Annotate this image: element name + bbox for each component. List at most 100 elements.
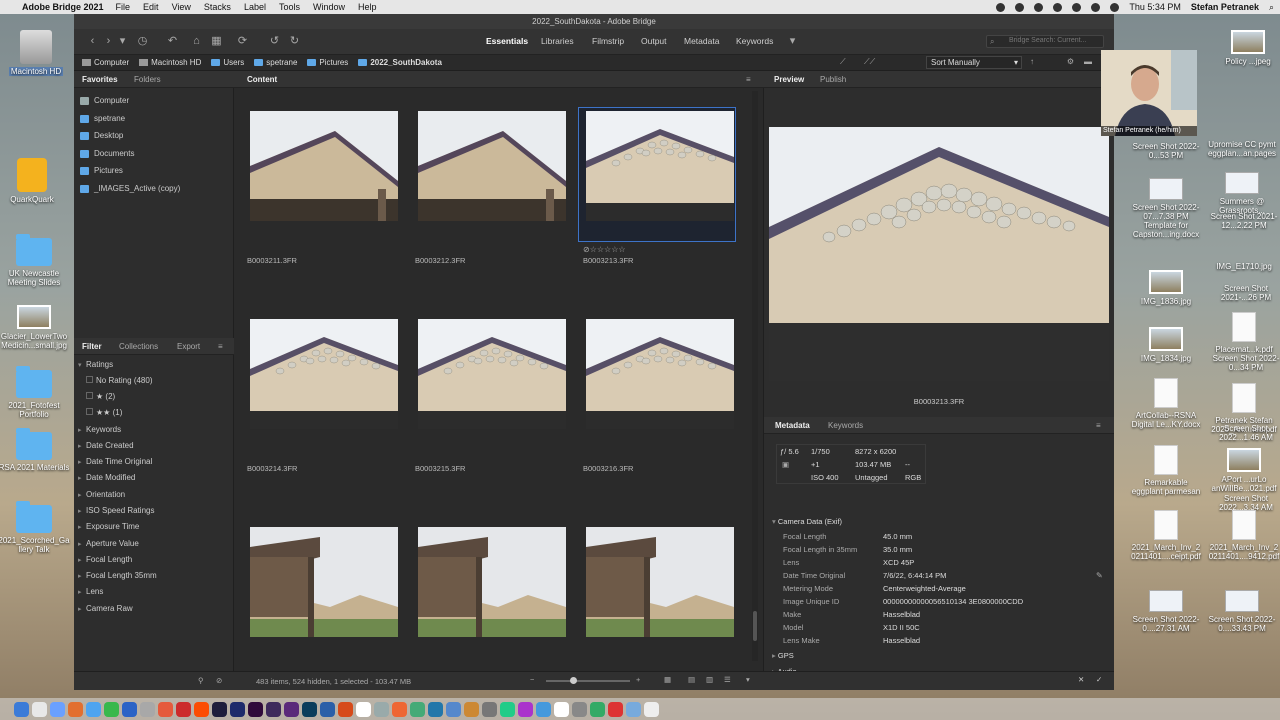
desktop-file[interactable]: Screen Shot 2021-...26 PM: [1210, 284, 1280, 302]
chevron-down-icon[interactable]: ▾: [116, 35, 129, 48]
dock-app-icon[interactable]: [86, 701, 101, 717]
grid-view-icon[interactable]: ▦: [664, 675, 671, 684]
dock-app-icon[interactable]: [176, 701, 191, 717]
dock-app-icon[interactable]: [122, 701, 137, 717]
menu-help[interactable]: Help: [358, 2, 377, 12]
tab-metadata[interactable]: Metadata: [775, 421, 810, 430]
dock-app-icon[interactable]: [392, 701, 407, 717]
status-icon[interactable]: [1034, 2, 1044, 12]
preview-image[interactable]: [769, 127, 1109, 381]
checkbox[interactable]: [86, 408, 93, 415]
dock-app-icon[interactable]: [50, 701, 65, 717]
desktop-file[interactable]: ArtCollab--RSNA Digital Le...KY.docx: [1130, 378, 1202, 429]
desktop-file[interactable]: Policy ...jpeg: [1212, 30, 1280, 66]
tab-filter[interactable]: Filter: [82, 342, 102, 351]
favorite-pictures[interactable]: Pictures: [80, 163, 123, 178]
thumbnail-size-slider[interactable]: [546, 677, 630, 684]
thumbnail-cell[interactable]: B0003217.3FR: [242, 523, 406, 671]
open-icon[interactable]: ⟳: [236, 35, 249, 48]
desktop-file[interactable]: Glacier_LowerTwo Medicin...small.jpg: [0, 305, 70, 350]
dock-app-icon[interactable]: [302, 701, 317, 717]
menu-stacks[interactable]: Stacks: [204, 2, 231, 12]
desktop-file[interactable]: Screen Shot 2021-12...2.22 PM: [1208, 212, 1280, 230]
filter-ratings[interactable]: ▾ Ratings: [78, 358, 113, 372]
filter-date-modified[interactable]: ▸ Date Modified: [78, 471, 135, 485]
thumbnail-cell[interactable]: B0003212.3FR: [410, 107, 574, 297]
favorite-desktop[interactable]: Desktop: [80, 128, 123, 143]
tab-export[interactable]: Export: [177, 342, 200, 351]
breadcrumb-macintosh-hd[interactable]: Macintosh HD: [139, 58, 201, 67]
close-icon[interactable]: ✕: [1078, 675, 1084, 684]
breadcrumb-users[interactable]: Users: [211, 58, 244, 67]
workspace-output[interactable]: Output: [641, 36, 667, 46]
back-icon[interactable]: ‹: [86, 35, 99, 48]
dock-app-icon[interactable]: [644, 701, 659, 717]
rotate-left-icon[interactable]: ↺: [268, 35, 281, 48]
details-view-icon[interactable]: ▥: [706, 675, 713, 684]
app-menu[interactable]: Adobe Bridge 2021: [22, 2, 104, 12]
status-icon[interactable]: [996, 2, 1006, 12]
metadata-value[interactable]: 45.0 mm: [883, 530, 912, 543]
dock-app-icon[interactable]: [410, 701, 425, 717]
workspace-metadata[interactable]: Metadata: [684, 36, 719, 46]
rotate-right-icon[interactable]: ↻: [288, 35, 301, 48]
desktop-file[interactable]: 2021_March_Inv_2 0211401....9412.pdf: [1208, 510, 1280, 561]
cancel-icon[interactable]: ⊘: [216, 676, 222, 685]
label-icon[interactable]: ⚙: [1067, 57, 1074, 66]
checkbox[interactable]: [86, 376, 93, 383]
thumbnail-cell[interactable]: B0003215.3FR: [410, 315, 574, 505]
metadata-value[interactable]: 35.0 mm: [883, 543, 912, 556]
new-folder-icon[interactable]: ▬: [1084, 57, 1092, 66]
chevron-down-icon[interactable]: ▾: [786, 35, 799, 48]
metadata-value[interactable]: XCD 45P: [883, 556, 914, 569]
dock-app-icon[interactable]: [158, 701, 173, 717]
metadata-value[interactable]: 7/6/22, 6:44:14 PM: [883, 569, 946, 582]
metadata-value[interactable]: Centerweighted-Average: [883, 582, 966, 595]
desktop-folder[interactable]: 2021_Fotofest Portfolio: [0, 366, 70, 419]
metadata-value[interactable]: Hasselblad: [883, 634, 920, 647]
rating-stars[interactable]: ⊘☆☆☆☆☆: [583, 245, 626, 254]
desktop-file[interactable]: Screen Shot 2022-07...7.38 PM Template f…: [1130, 178, 1202, 239]
workspace-filmstrip[interactable]: Filmstrip: [592, 36, 624, 46]
dock-app-icon[interactable]: [590, 701, 605, 717]
scrollbar-thumb[interactable]: [753, 611, 757, 641]
menu-tools[interactable]: Tools: [279, 2, 300, 12]
dock-app-icon[interactable]: [446, 701, 461, 717]
dock-app-icon[interactable]: [554, 701, 569, 717]
favorite-computer[interactable]: Computer: [80, 93, 129, 108]
dock-app-icon[interactable]: [68, 701, 83, 717]
filter-lens[interactable]: ▸ Lens: [78, 585, 103, 599]
desktop-folder[interactable]: RSA 2021 Materials: [0, 428, 70, 472]
thumbnail-cell[interactable]: ⊘☆☆☆☆☆ B0003213.3FR: [578, 107, 742, 297]
filter-iso[interactable]: ▸ ISO Speed Ratings: [78, 504, 154, 518]
panel-menu-icon[interactable]: ≡: [218, 342, 223, 351]
dock-app-icon[interactable]: [374, 701, 389, 717]
desktop-file[interactable]: Upromise CC pymt eggplan...an.pages: [1206, 140, 1278, 158]
desktop-file[interactable]: Placemat...k.pdf: [1208, 312, 1280, 354]
desktop-icon-macintosh-hd[interactable]: Macintosh HD: [0, 30, 72, 76]
dock-app-icon[interactable]: [14, 701, 29, 717]
status-icon[interactable]: [1015, 2, 1025, 12]
desktop-file[interactable]: Screen Shot 2022...1.46 AM: [1210, 424, 1280, 442]
filter-items-icon[interactable]: ⟋⟋: [864, 57, 875, 67]
dock-app-icon[interactable]: [500, 701, 515, 717]
filter-orientation[interactable]: ▸ Orientation: [78, 488, 125, 502]
dock-app-icon[interactable]: [428, 701, 443, 717]
dock-app-icon[interactable]: [284, 701, 299, 717]
tab-collections[interactable]: Collections: [119, 342, 158, 351]
filter-keywords[interactable]: ▸ Keywords: [78, 423, 121, 437]
filter-icon[interactable]: ⟋: [840, 57, 846, 67]
desktop-folder[interactable]: UK Newcastle Meeting Slides: [0, 234, 70, 287]
thumbnail-cell[interactable]: B0003211.3FR: [242, 107, 406, 297]
filter-camera-raw[interactable]: ▸ Camera Raw: [78, 602, 133, 616]
breadcrumb-computer[interactable]: Computer: [82, 58, 129, 67]
desktop-file[interactable]: Screen Shot 2022-0...53 PM: [1130, 142, 1202, 160]
desktop-file[interactable]: Screen Shot 2022-0....33.43 PM: [1206, 590, 1278, 633]
clock[interactable]: Thu 5:34 PM: [1129, 2, 1181, 12]
thumbnail-cell[interactable]: B0003219.3FR: [578, 523, 742, 671]
user-menu[interactable]: Stefan Petranek: [1191, 2, 1259, 12]
metadata-value[interactable]: 00000000000056510134 3E0800000CDD: [883, 595, 1023, 608]
favorite-spetrane[interactable]: spetrane: [80, 111, 125, 126]
dock-app-icon[interactable]: [140, 701, 155, 717]
section-camera-data[interactable]: ▾ Camera Data (Exif): [772, 517, 842, 526]
